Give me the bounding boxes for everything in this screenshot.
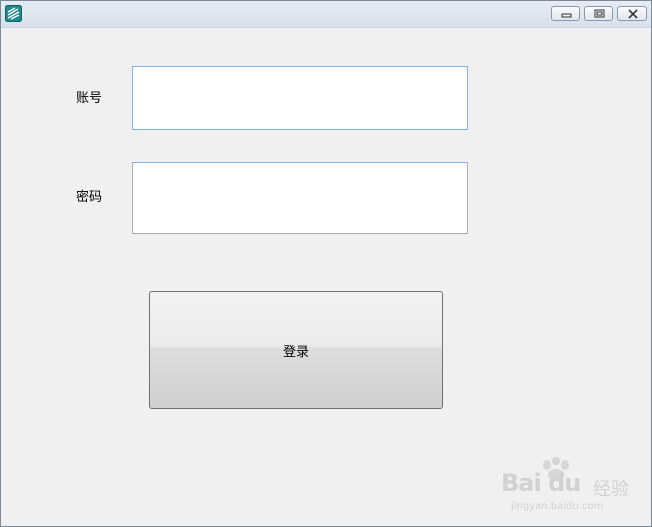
login-button-label: 登录: [282, 344, 309, 360]
minimize-button[interactable]: [551, 6, 580, 21]
maximize-icon: [594, 9, 605, 18]
watermark-brand: Bai du: [501, 469, 581, 497]
baidu-watermark: Bai du 经验 jingyan.baidu.com: [499, 457, 639, 517]
watermark-brand-cn: 经验: [593, 479, 629, 500]
app-icon: [5, 5, 22, 22]
password-input[interactable]: [132, 162, 468, 234]
login-window: 账号 密码 登录 Bai du 经验 jingyan.baidu.com: [0, 0, 652, 527]
watermark-url: jingyan.baidu.com: [511, 501, 604, 512]
title-bar[interactable]: [1, 1, 651, 28]
password-label: 密码: [76, 190, 103, 205]
close-button[interactable]: [617, 6, 647, 21]
minimize-icon: [561, 13, 572, 18]
login-button[interactable]: 登录: [149, 291, 443, 409]
close-icon: [628, 9, 638, 19]
account-input[interactable]: [132, 66, 468, 130]
maximize-button[interactable]: [584, 6, 613, 21]
account-label: 账号: [76, 91, 103, 106]
